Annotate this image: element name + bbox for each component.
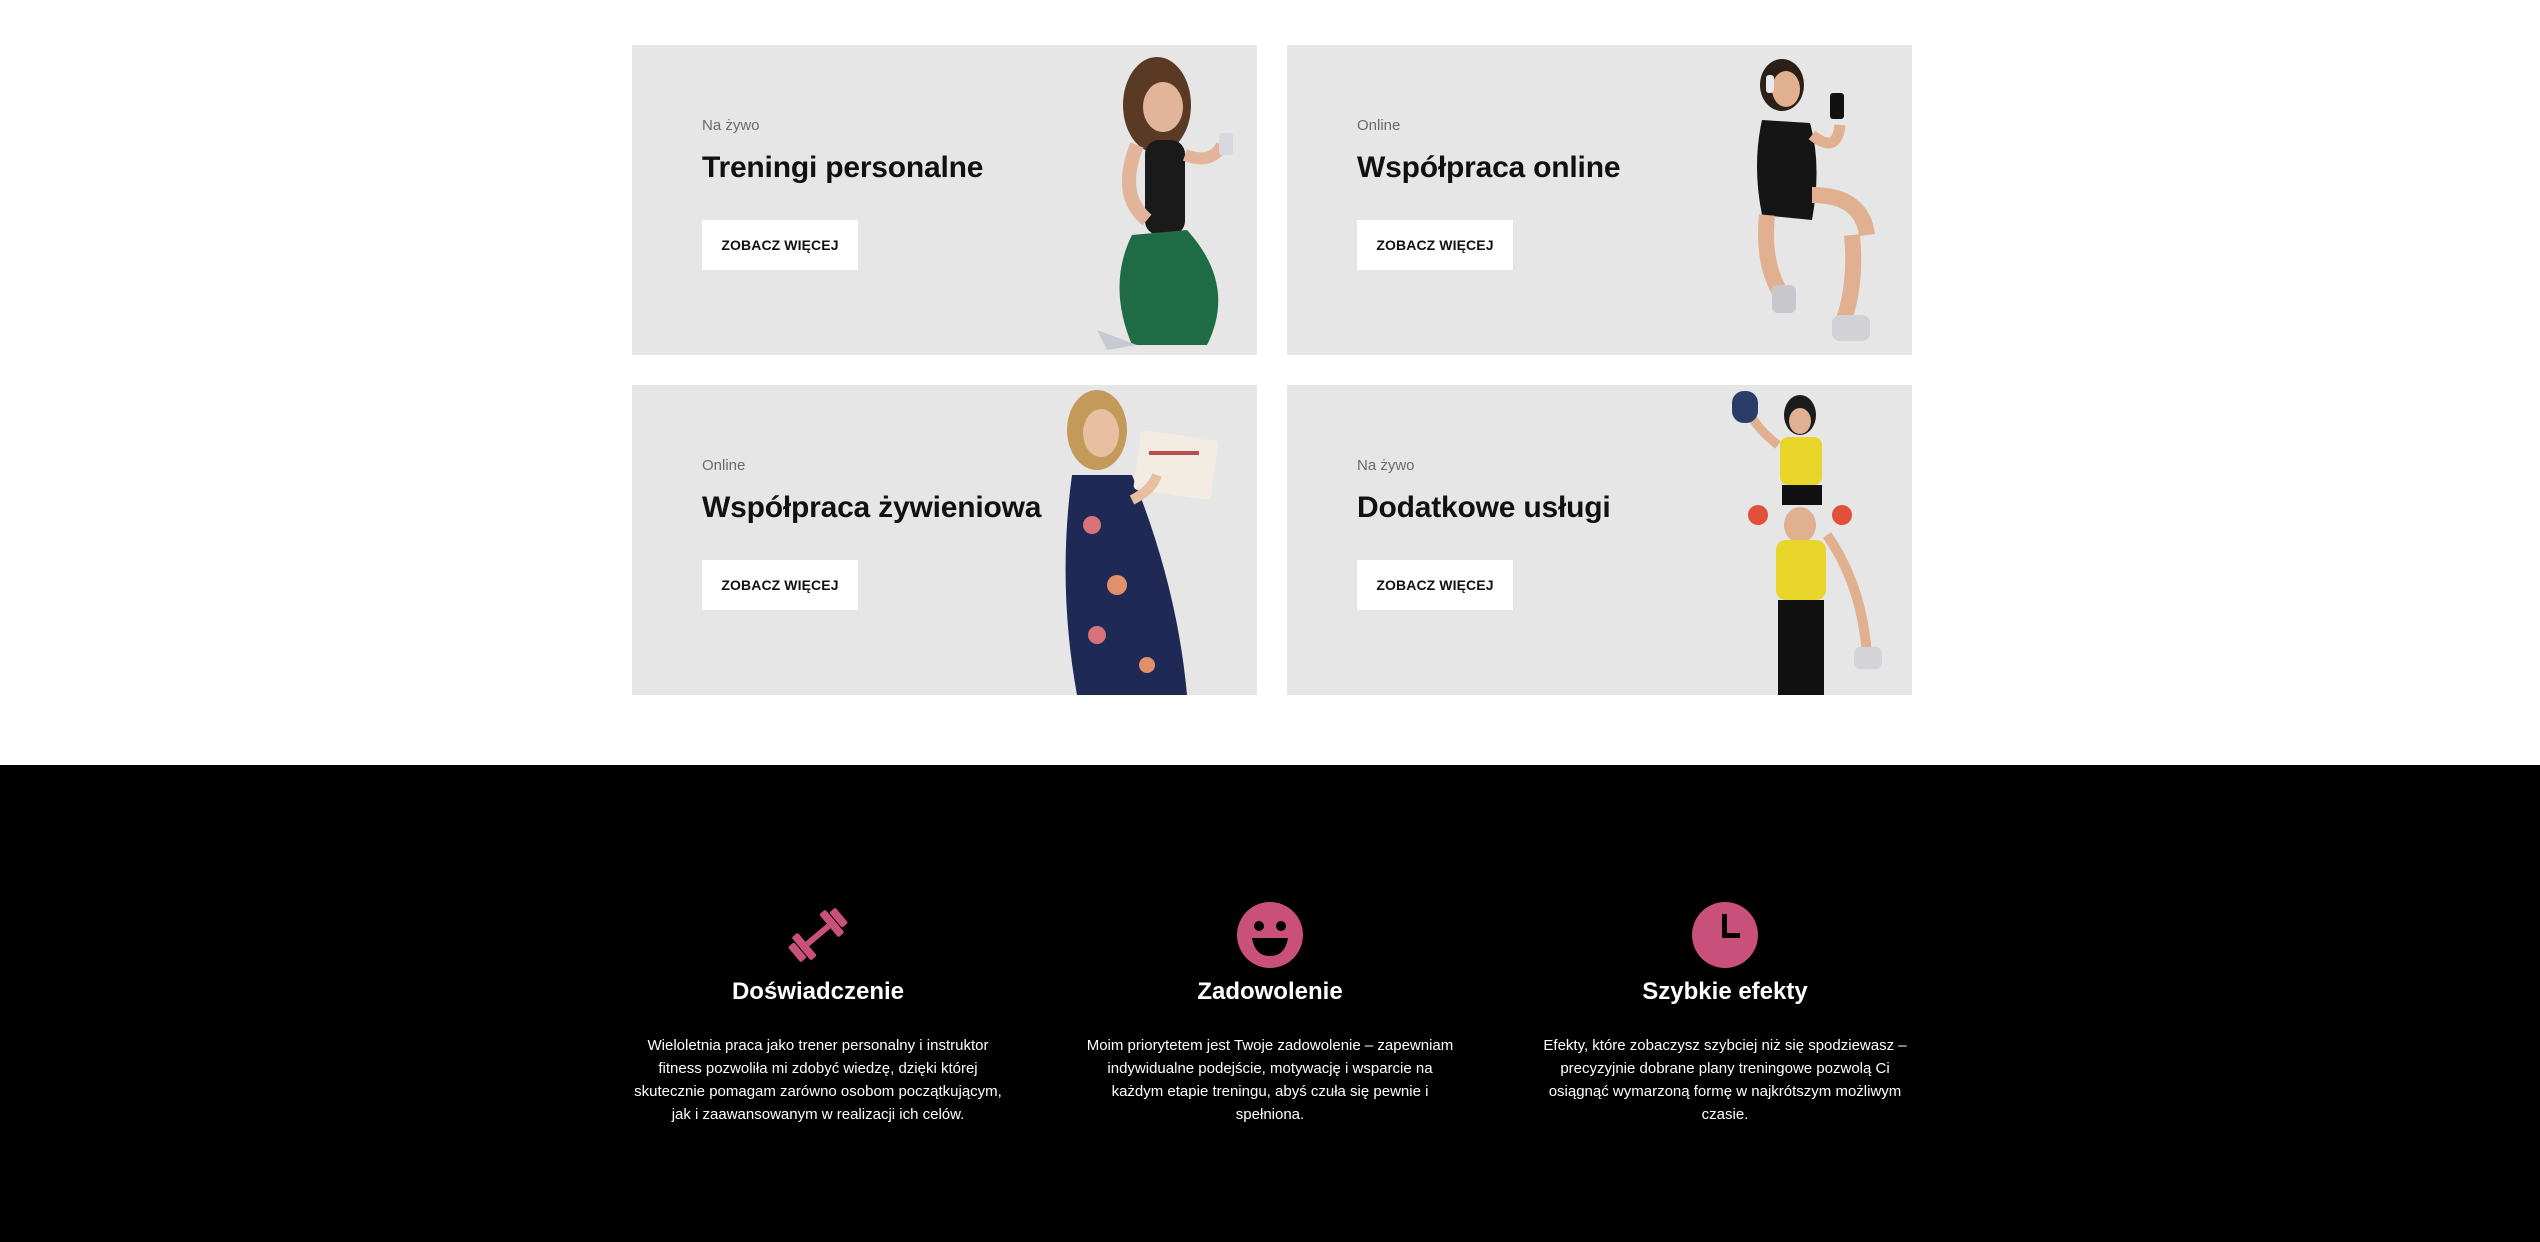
trainer-photo — [1097, 57, 1233, 350]
trainer-photo — [1757, 59, 1875, 341]
smile-icon — [1237, 902, 1303, 968]
offer-card-extra-services: Na żywo Dodatkowe usługi ZOBACZ WIĘCEJ — [1287, 385, 1912, 695]
feature-fast-results: Szybkie efekty Efekty, które zobaczysz s… — [1535, 900, 1915, 1126]
card-title: Treningi personalne — [702, 151, 984, 184]
see-more-button[interactable]: ZOBACZ WIĘCEJ — [702, 560, 858, 610]
feature-satisfaction: Zadowolenie Moim priorytetem jest Twoje … — [1080, 900, 1460, 1126]
feature-description: Efekty, które zobaczysz szybciej niż się… — [1543, 1037, 1907, 1123]
see-more-button[interactable]: ZOBACZ WIĘCEJ — [1357, 560, 1513, 610]
feature-description: Moim priorytetem jest Twoje zadowolenie … — [1086, 1037, 1454, 1123]
card-tag: Online — [1357, 117, 1401, 134]
card-title: Dodatkowe usługi — [1357, 491, 1611, 524]
card-tag: Na żywo — [1357, 457, 1415, 474]
card-title: Współpraca żywieniowa — [702, 491, 1042, 524]
offer-card-online-coaching: Online Współpraca online ZOBACZ WIĘCEJ — [1287, 45, 1912, 355]
feature-experience: Doświadczenie Wieloletnia praca jako tre… — [628, 900, 1008, 1126]
offer-card-nutrition: Online Współpraca żywieniowa ZOBACZ WIĘC… — [632, 385, 1257, 695]
see-more-button[interactable]: ZOBACZ WIĘCEJ — [1357, 220, 1513, 270]
see-more-button[interactable]: ZOBACZ WIĘCEJ — [702, 220, 858, 270]
trainer-photo — [1065, 390, 1219, 695]
trainer-photo — [1732, 391, 1882, 695]
feature-description: Wieloletnia praca jako trener personalny… — [634, 1037, 1002, 1123]
feature-title: Zadowolenie — [1197, 978, 1343, 1005]
dumbbell-icon — [788, 908, 848, 962]
offer-cards: Na żywo Treningi personalne ZOBACZ WIĘCE… — [632, 45, 1912, 696]
card-tag: Na żywo — [702, 117, 760, 134]
offer-card-personal-training: Na żywo Treningi personalne ZOBACZ WIĘCE… — [632, 45, 1257, 355]
clock-icon — [1692, 902, 1758, 968]
card-title: Współpraca online — [1357, 151, 1621, 184]
card-tag: Online — [702, 457, 746, 474]
feature-title: Szybkie efekty — [1642, 978, 1808, 1005]
feature-title: Doświadczenie — [731, 978, 905, 1005]
features-section: Doświadczenie Wieloletnia praca jako tre… — [0, 765, 2540, 1242]
